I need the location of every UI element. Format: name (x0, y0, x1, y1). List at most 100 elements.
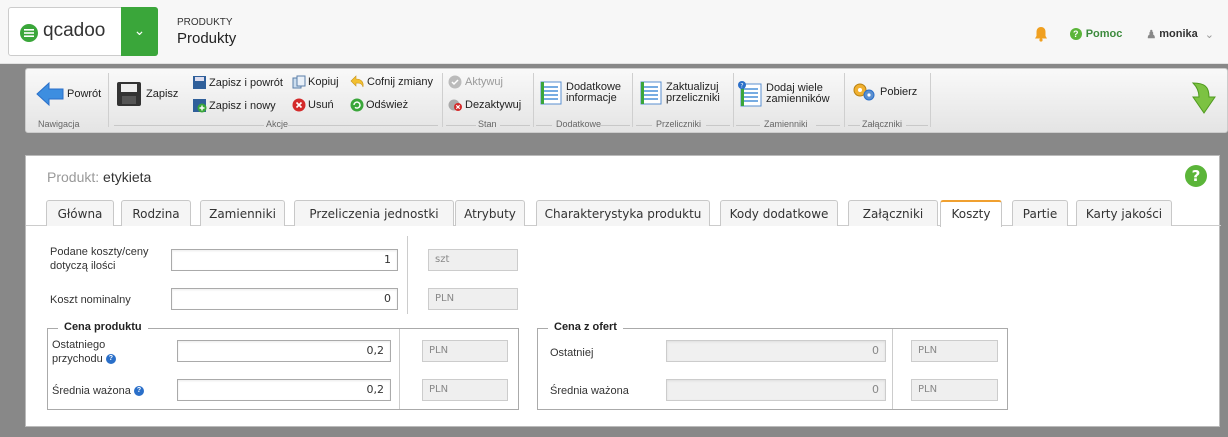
nominal-cost-input[interactable]: 0 (171, 288, 398, 310)
info-icon[interactable]: ? (133, 386, 144, 397)
activate-button[interactable]: Aktywuj (448, 75, 503, 89)
group-line (288, 125, 438, 126)
undo-label: Cofnij zmiany (367, 76, 434, 88)
qty-unit: szt (428, 249, 518, 271)
user-menu[interactable]: ♟ monika ⌄ (1146, 28, 1214, 41)
panel-title-value: etykieta (103, 169, 152, 185)
tab-przeliczenia-jednostki[interactable]: Przeliczenia jednostki (294, 200, 454, 226)
back-button[interactable]: Powrót (36, 81, 101, 107)
help-label: Pomoc (1085, 28, 1123, 40)
panel-title: Produkt: etykieta (47, 169, 151, 185)
separator (533, 73, 534, 127)
weighted-avg-input[interactable]: 0,2 (177, 379, 391, 401)
deactivate-label: Dezaktywuj (465, 99, 522, 111)
group-line (816, 125, 840, 126)
group-line (446, 125, 476, 126)
tab-atrybuty[interactable]: Atrybuty (455, 200, 525, 226)
group-line (636, 125, 652, 126)
page-title: Produkty (177, 30, 237, 47)
delete-icon (292, 98, 306, 112)
last-income-unit: PLN (422, 340, 508, 362)
last-income-input[interactable]: 0,2 (177, 340, 391, 362)
product-panel: Produkt: etykieta ? Główna Rodzina Zamie… (25, 155, 1221, 427)
save-new-icon (193, 99, 207, 113)
separator (930, 73, 931, 127)
divider (407, 236, 408, 314)
deactivate-icon (448, 99, 462, 111)
back-label: Powrót (67, 88, 102, 100)
product-price-legend: Cena produktu (58, 321, 148, 333)
chevron-down-icon: ⌄ (1204, 28, 1214, 41)
tab-karty-jakosci[interactable]: Karty jakości (1076, 200, 1172, 226)
group-line (706, 125, 730, 126)
last-income-label: Ostatniego przychodu ? (52, 338, 142, 366)
panel-title-label: Produkt: (47, 169, 100, 185)
activate-label: Aktywuj (465, 76, 503, 88)
group-attachments-label: Załączniki (862, 119, 903, 129)
group-line (600, 125, 630, 126)
offer-last-input[interactable]: 0 (666, 340, 886, 362)
nominal-cost-unit: PLN (428, 288, 518, 310)
tab-zamienniki[interactable]: Zamienniki (200, 200, 285, 226)
breadcrumb-section: PRODUKTY (177, 17, 233, 28)
tab-glowna[interactable]: Główna (46, 200, 114, 226)
separator (844, 73, 845, 127)
logo-menu[interactable]: qcadoo ⌄ (8, 7, 158, 56)
tab-bar: Główna Rodzina Zamienniki Przeliczenia j… (26, 200, 1221, 227)
download-button[interactable]: Pobierz (852, 81, 917, 103)
undo-icon (350, 75, 364, 88)
tab-charakterystyka-produktu[interactable]: Charakterystyka produktu (536, 200, 710, 226)
tab-partie[interactable]: Partie (1012, 200, 1068, 226)
group-line (906, 125, 928, 126)
separator (632, 73, 633, 127)
list-icon (540, 81, 562, 105)
undo-button[interactable]: Cofnij zmiany (350, 75, 433, 89)
delete-button[interactable]: Usuń (292, 98, 334, 112)
help-link[interactable]: ? Pomoc (1069, 28, 1123, 40)
ribbon-toolbar: Powrót Nawigacja Zapisz Zapisz i powrót … (25, 68, 1228, 133)
copy-icon (292, 75, 306, 89)
group-state-label: Stan (478, 119, 497, 129)
gears-icon (853, 83, 875, 101)
refresh-label: Odśwież (366, 99, 409, 111)
save-and-back-label: Zapisz i powrót (209, 76, 283, 89)
logo-text: qcadoo (43, 20, 106, 41)
weighted-avg-label-text: Średnia ważona (52, 385, 131, 397)
offer-avg-unit: PLN (911, 379, 998, 401)
update-converters-label: Zaktualizuj przeliczniki (666, 81, 720, 104)
copy-button[interactable]: Kopiuj (292, 75, 339, 89)
group-line (536, 125, 552, 126)
additional-info-button[interactable]: Dodatkowe informacje (540, 81, 624, 105)
tab-zalaczniki[interactable]: Załączniki (848, 200, 938, 226)
save-and-back-button[interactable]: Zapisz i powrót (192, 75, 283, 90)
tab-koszty[interactable]: Koszty (940, 200, 1002, 227)
additional-info-label: Dodatkowe informacje (566, 81, 622, 104)
offer-price-fieldset: Cena z ofert Ostatniej 0 PLN Średnia waż… (537, 321, 1008, 410)
user-icon: ♟ (1146, 28, 1157, 41)
save-and-new-button[interactable]: Zapisz i nowy (192, 98, 276, 113)
group-line (848, 125, 860, 126)
qty-input[interactable]: 1 (171, 249, 398, 271)
user-name: monika (1159, 28, 1198, 40)
refresh-button[interactable]: Odśwież (350, 98, 408, 112)
help-icon[interactable]: ? (1185, 165, 1207, 187)
separator (733, 73, 734, 127)
divider (399, 329, 400, 409)
info-icon[interactable]: ? (105, 354, 116, 365)
deactivate-button[interactable]: Dezaktywuj (448, 98, 521, 112)
save-back-icon (193, 76, 206, 89)
divider (892, 329, 893, 409)
group-substitutes-label: Zamienniki (764, 119, 808, 129)
add-substitutes-button[interactable]: ? Dodaj wiele zamienników (738, 81, 836, 107)
tab-rodzina[interactable]: Rodzina (121, 200, 191, 226)
nominal-cost-label: Koszt nominalny (50, 294, 131, 306)
chevron-down-icon[interactable]: ⌄ (121, 7, 158, 56)
save-button[interactable]: Zapisz (116, 81, 178, 107)
bell-icon[interactable] (1034, 26, 1048, 42)
update-converters-button[interactable]: Zaktualizuj przeliczniki (640, 81, 724, 105)
offer-avg-input[interactable]: 0 (666, 379, 886, 401)
collapse-arrow-icon[interactable] (1191, 81, 1217, 115)
top-bar: qcadoo ⌄ PRODUKTY Produkty ? Pomoc ♟ mon… (0, 0, 1228, 64)
tab-kody-dodatkowe[interactable]: Kody dodatkowe (720, 200, 838, 226)
qcadoo-logo-icon (20, 24, 38, 42)
